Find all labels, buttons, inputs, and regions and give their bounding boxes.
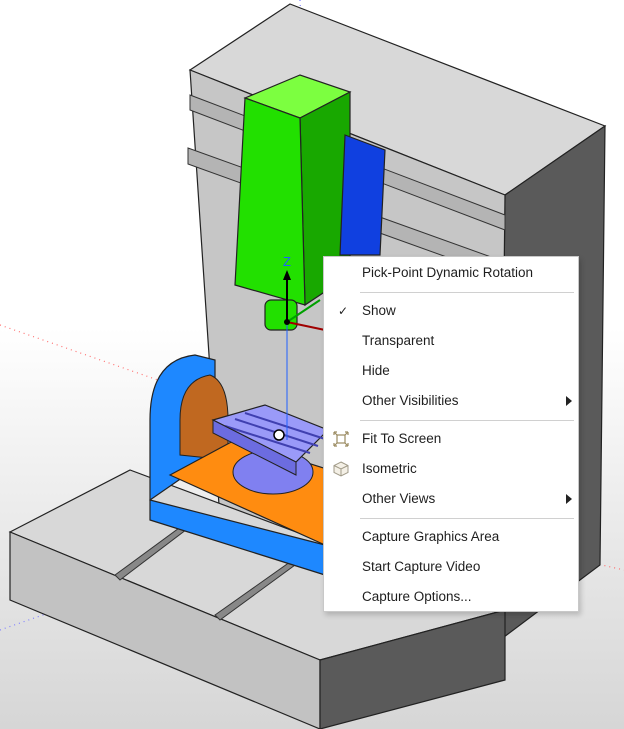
- workpiece-origin-marker: [273, 429, 285, 441]
- menu-item-show[interactable]: ✓ Show: [324, 298, 578, 324]
- menu-item-label: Transparent: [362, 333, 435, 348]
- checkmark-icon: ✓: [338, 304, 349, 318]
- context-menu: Pick-Point Dynamic Rotation ✓ Show Trans…: [323, 256, 579, 612]
- menu-item-hide[interactable]: Hide: [324, 358, 578, 384]
- menu-item-isometric[interactable]: Isometric: [324, 456, 578, 482]
- spindle-back: [339, 134, 386, 256]
- submenu-arrow-icon: [566, 396, 572, 406]
- menu-item-label: Fit To Screen: [362, 431, 442, 446]
- spindle-front: [234, 97, 306, 306]
- menu-item-other-visibilities[interactable]: Other Visibilities: [324, 388, 578, 414]
- menu-item-label: Pick-Point Dynamic Rotation: [362, 265, 534, 280]
- triad-origin: [284, 319, 290, 325]
- menu-separator: [360, 420, 574, 421]
- menu-item-capture-options[interactable]: Capture Options...: [324, 584, 578, 610]
- menu-item-fit-to-screen[interactable]: Fit To Screen: [324, 426, 578, 452]
- menu-item-label: Isometric: [362, 461, 417, 476]
- menu-item-label: Start Capture Video: [362, 559, 481, 574]
- submenu-arrow-icon: [566, 494, 572, 504]
- menu-item-label: Other Visibilities: [362, 393, 459, 408]
- menu-item-label: Capture Options...: [362, 589, 472, 604]
- menu-separator: [360, 518, 574, 519]
- fit-to-screen-icon: [333, 431, 349, 447]
- triad-z-label: Z: [283, 254, 291, 269]
- menu-item-label: Other Views: [362, 491, 436, 506]
- menu-item-label: Hide: [362, 363, 390, 378]
- menu-separator: [360, 292, 574, 293]
- menu-item-transparent[interactable]: Transparent: [324, 328, 578, 354]
- menu-item-start-capture-video[interactable]: Start Capture Video: [324, 554, 578, 580]
- spindle-nose: [264, 299, 298, 331]
- graphics-area[interactable]: Z Pick-Point Dynamic Rotation ✓ Show Tra…: [0, 0, 624, 729]
- menu-item-pick-point-dynamic-rotation[interactable]: Pick-Point Dynamic Rotation: [324, 260, 578, 286]
- isometric-cube-icon: [333, 461, 349, 477]
- menu-item-label: Show: [362, 303, 396, 318]
- menu-item-other-views[interactable]: Other Views: [324, 486, 578, 512]
- menu-item-label: Capture Graphics Area: [362, 529, 500, 544]
- menu-item-capture-graphics-area[interactable]: Capture Graphics Area: [324, 524, 578, 550]
